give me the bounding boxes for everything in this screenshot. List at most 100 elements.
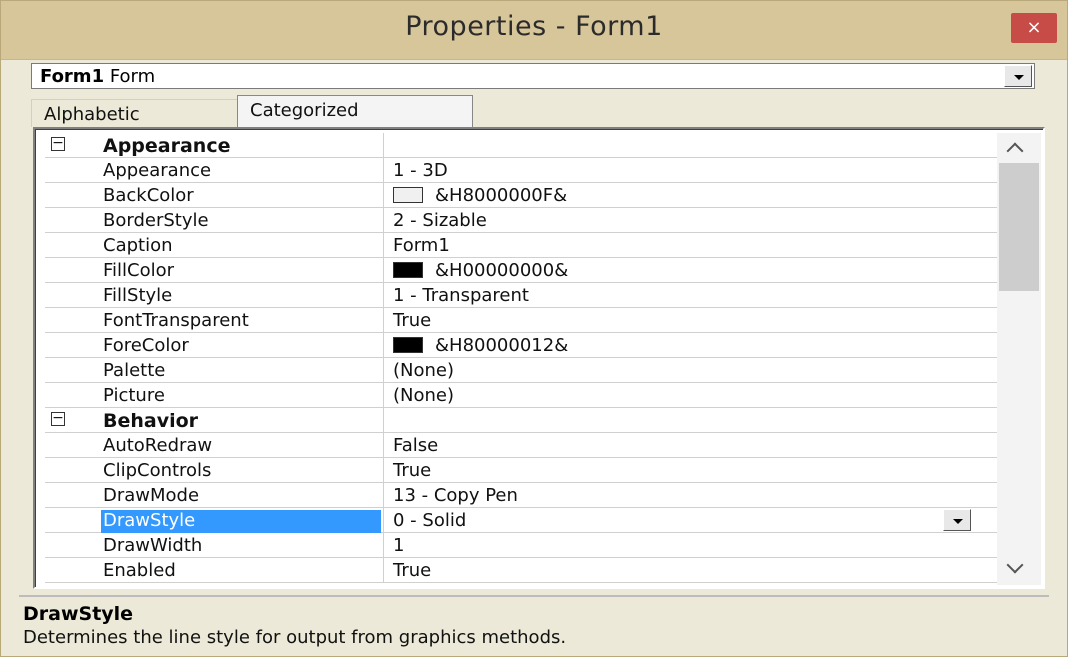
property-rows: − Appearance Appearance 1 - 3D BackColor &H80… bbox=[45, 133, 997, 583]
value-dropdown-button[interactable] bbox=[943, 509, 971, 531]
property-value-text: True bbox=[393, 560, 432, 581]
property-value[interactable]: False bbox=[393, 435, 438, 456]
object-name: Form1 bbox=[40, 66, 105, 87]
object-selector[interactable]: Form1 Form bbox=[31, 63, 1035, 89]
property-name: FillStyle bbox=[103, 285, 173, 306]
property-value[interactable]: 13 - Copy Pen bbox=[393, 485, 518, 506]
column-divider[interactable] bbox=[383, 158, 384, 183]
property-row[interactable]: Picture (None) bbox=[45, 383, 997, 408]
column-divider[interactable] bbox=[383, 233, 384, 258]
category-row[interactable]: − Behavior bbox=[45, 408, 997, 433]
title-bar[interactable]: Properties - Form1 × bbox=[1, 1, 1067, 60]
property-value[interactable]: 0 - Solid bbox=[393, 510, 466, 531]
column-divider[interactable] bbox=[383, 133, 384, 158]
property-value[interactable]: &H80000012& bbox=[393, 335, 568, 356]
property-value-text: False bbox=[393, 435, 439, 456]
property-value-text: 1 - Transparent bbox=[393, 285, 529, 306]
property-name: DrawStyle bbox=[101, 510, 381, 533]
property-row[interactable]: DrawWidth 1 bbox=[45, 533, 997, 558]
description-heading: DrawStyle bbox=[23, 603, 134, 625]
column-divider[interactable] bbox=[383, 258, 384, 283]
property-value[interactable]: &H00000000& bbox=[393, 260, 568, 281]
property-row[interactable]: Appearance 1 - 3D bbox=[45, 158, 997, 183]
property-name: Appearance bbox=[103, 160, 212, 181]
column-divider[interactable] bbox=[383, 283, 384, 308]
property-value[interactable]: True bbox=[393, 310, 431, 331]
column-divider[interactable] bbox=[383, 183, 384, 208]
property-value-text: (None) bbox=[393, 385, 455, 406]
column-divider[interactable] bbox=[383, 433, 384, 458]
property-row[interactable]: Enabled True bbox=[45, 558, 997, 583]
column-divider[interactable] bbox=[383, 333, 384, 358]
color-swatch bbox=[393, 187, 423, 203]
close-button[interactable]: × bbox=[1011, 13, 1057, 43]
property-name: FontTransparent bbox=[103, 310, 249, 331]
property-value[interactable]: Form1 bbox=[393, 235, 450, 256]
property-name: DrawMode bbox=[103, 485, 200, 506]
scroll-thumb[interactable] bbox=[999, 163, 1039, 291]
property-name: DrawWidth bbox=[103, 535, 203, 556]
property-row[interactable]: DrawMode 13 - Copy Pen bbox=[45, 483, 997, 508]
property-value[interactable]: &H8000000F& bbox=[393, 185, 567, 206]
column-divider[interactable] bbox=[383, 533, 384, 558]
object-selector-dropdown-button[interactable] bbox=[1004, 65, 1032, 87]
property-row[interactable]: FillColor &H00000000& bbox=[45, 258, 997, 283]
property-name: Picture bbox=[103, 385, 165, 406]
property-value-text: Form1 bbox=[393, 235, 450, 256]
property-row[interactable]: Caption Form1 bbox=[45, 233, 997, 258]
scroll-down-icon[interactable] bbox=[1005, 559, 1029, 579]
property-value-text: True bbox=[393, 310, 432, 331]
property-value-text: 2 - Sizable bbox=[393, 210, 487, 231]
category-name: Appearance bbox=[103, 135, 231, 157]
property-row[interactable]: BackColor &H8000000F& bbox=[45, 183, 997, 208]
property-value-text: &H80000012& bbox=[435, 335, 569, 356]
property-name: AutoRedraw bbox=[103, 435, 213, 456]
property-row[interactable]: FontTransparent True bbox=[45, 308, 997, 333]
object-type: Form bbox=[109, 66, 156, 87]
property-value-text: &H00000000& bbox=[435, 260, 569, 281]
column-divider[interactable] bbox=[383, 308, 384, 333]
property-value-text: True bbox=[393, 460, 432, 481]
property-row[interactable]: ForeColor &H80000012& bbox=[45, 333, 997, 358]
property-row[interactable]: FillStyle 1 - Transparent bbox=[45, 283, 997, 308]
property-value-text: &H8000000F& bbox=[435, 185, 568, 206]
property-value[interactable]: (None) bbox=[393, 360, 454, 381]
property-value[interactable]: 1 bbox=[393, 535, 404, 556]
property-value-text: 13 - Copy Pen bbox=[393, 485, 518, 506]
column-divider[interactable] bbox=[383, 483, 384, 508]
property-value[interactable]: 1 - 3D bbox=[393, 160, 448, 181]
property-row[interactable]: ClipControls True bbox=[45, 458, 997, 483]
category-row[interactable]: − Appearance bbox=[45, 133, 997, 158]
property-value-text: 0 - Solid bbox=[393, 510, 467, 531]
property-name: BorderStyle bbox=[103, 210, 209, 231]
property-row[interactable]: BorderStyle 2 - Sizable bbox=[45, 208, 997, 233]
column-divider[interactable] bbox=[383, 208, 384, 233]
collapse-icon[interactable]: − bbox=[51, 411, 65, 426]
category-name: Behavior bbox=[103, 410, 199, 432]
property-value[interactable]: True bbox=[393, 460, 431, 481]
property-value[interactable]: (None) bbox=[393, 385, 454, 406]
property-name: Caption bbox=[103, 235, 173, 256]
collapse-icon[interactable]: − bbox=[51, 136, 65, 151]
column-divider[interactable] bbox=[383, 358, 384, 383]
property-name: FillColor bbox=[103, 260, 175, 281]
property-row[interactable]: Palette (None) bbox=[45, 358, 997, 383]
property-value-text: 1 - 3D bbox=[393, 160, 448, 181]
property-row[interactable]: AutoRedraw False bbox=[45, 433, 997, 458]
column-divider[interactable] bbox=[383, 383, 384, 408]
property-row[interactable]: DrawStyle 0 - Solid bbox=[45, 508, 997, 533]
column-divider[interactable] bbox=[383, 558, 384, 583]
property-value-text: 1 bbox=[393, 535, 405, 556]
property-value-text: (None) bbox=[393, 360, 455, 381]
column-divider[interactable] bbox=[383, 408, 384, 433]
property-value[interactable]: 2 - Sizable bbox=[393, 210, 487, 231]
property-value[interactable]: 1 - Transparent bbox=[393, 285, 529, 306]
property-value[interactable]: True bbox=[393, 560, 431, 581]
property-name: BackColor bbox=[103, 185, 194, 206]
tab-categorized[interactable]: Categorized bbox=[237, 95, 473, 127]
tab-alphabetic[interactable]: Alphabetic bbox=[31, 99, 241, 127]
column-divider[interactable] bbox=[383, 458, 384, 483]
scroll-up-icon[interactable] bbox=[1005, 139, 1029, 159]
vertical-scrollbar[interactable] bbox=[997, 133, 1041, 585]
column-divider[interactable] bbox=[383, 508, 384, 533]
